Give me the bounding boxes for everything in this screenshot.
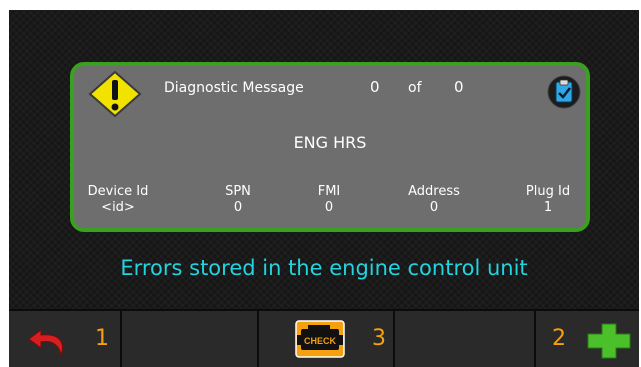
spn-column: SPN 0 — [208, 184, 268, 216]
plug-id-value: 1 — [543, 200, 553, 215]
fmi-column: FMI 0 — [299, 184, 359, 216]
softkey-number-3: 3 — [372, 326, 386, 351]
address-column: Address 0 — [394, 184, 474, 216]
fault-name: ENG HRS — [293, 133, 367, 152]
softkey-check[interactable]: CHECK 3 — [259, 311, 395, 367]
message-of-label: of — [408, 80, 422, 96]
message-index: 0 — [370, 78, 380, 96]
diagnostic-screen: Diagnostic Message 0 of 0 ENG HRS Device… — [9, 10, 639, 367]
check-engine-text: CHECK — [304, 336, 337, 346]
address-value: 0 — [429, 200, 439, 215]
info-message: Errors stored in the engine control unit — [120, 256, 528, 280]
plug-id-column: Plug Id 1 — [508, 184, 588, 216]
fmi-label: FMI — [317, 184, 341, 199]
device-id-label: Device Id — [87, 184, 149, 199]
message-total: 0 — [454, 78, 464, 96]
softkey-back[interactable]: 1 — [9, 311, 122, 367]
device-id-column: Device Id <id> — [78, 184, 158, 216]
address-label: Address — [408, 184, 460, 199]
softkey-empty-left[interactable] — [122, 311, 259, 367]
softkey-number-1: 1 — [95, 326, 109, 351]
softkey-number-2: 2 — [552, 326, 566, 351]
diagnostic-title: Diagnostic Message — [164, 80, 304, 96]
device-id-value: <id> — [101, 200, 135, 215]
softkey-empty-right[interactable] — [395, 311, 536, 367]
spn-label: SPN — [225, 184, 251, 199]
plug-id-label: Plug Id — [525, 184, 571, 199]
warning-icon — [88, 70, 142, 118]
back-arrow-icon — [28, 329, 63, 357]
check-engine-icon: CHECK — [295, 320, 345, 358]
spn-value: 0 — [233, 200, 243, 215]
plus-icon — [587, 323, 631, 359]
softkey-add[interactable]: 2 — [536, 311, 639, 367]
clipboard-check-icon[interactable] — [547, 75, 581, 109]
diagnostic-panel: Diagnostic Message 0 of 0 ENG HRS Device… — [70, 62, 590, 232]
fmi-value: 0 — [324, 200, 334, 215]
softkey-bar: 1 CHECK 3 2 — [9, 309, 639, 367]
